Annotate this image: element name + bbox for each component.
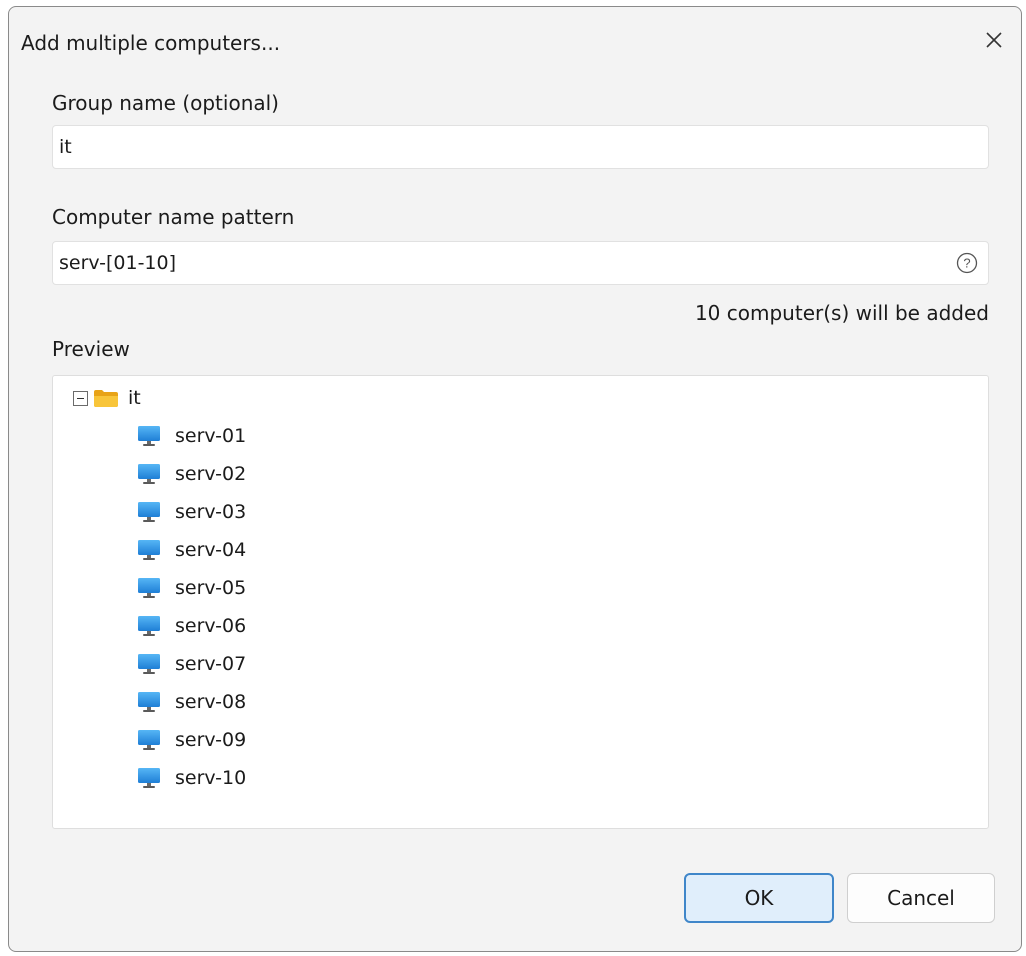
tree-computer-label: serv-07 bbox=[175, 653, 247, 675]
tree-computer-node[interactable]: serv-09 bbox=[137, 724, 246, 756]
close-icon bbox=[986, 32, 1002, 48]
computer-icon bbox=[138, 426, 160, 446]
tree-computer-node[interactable]: serv-04 bbox=[137, 534, 246, 566]
group-name-value: it bbox=[59, 136, 72, 158]
tree-computer-node[interactable]: serv-05 bbox=[137, 572, 246, 604]
tree-computer-label: serv-01 bbox=[175, 425, 247, 447]
computer-icon bbox=[138, 464, 160, 484]
tree-group-label: it bbox=[128, 387, 141, 409]
tree-computer-node[interactable]: serv-01 bbox=[137, 420, 246, 452]
pattern-value: serv-[01-10] bbox=[59, 252, 177, 274]
computer-icon bbox=[138, 768, 160, 788]
close-button[interactable] bbox=[979, 25, 1009, 55]
cancel-button[interactable]: Cancel bbox=[847, 873, 995, 923]
tree-computer-label: serv-05 bbox=[175, 577, 247, 599]
help-icon[interactable]: ? bbox=[956, 252, 978, 274]
add-computers-dialog: Add multiple computers... Group name (op… bbox=[8, 6, 1022, 952]
tree-computer-label: serv-08 bbox=[175, 691, 247, 713]
computer-icon bbox=[138, 730, 160, 750]
computer-icon bbox=[138, 502, 160, 522]
pattern-input[interactable]: serv-[01-10] ? bbox=[52, 241, 989, 285]
group-name-input[interactable]: it bbox=[52, 125, 989, 169]
computer-icon bbox=[138, 692, 160, 712]
dialog-title: Add multiple computers... bbox=[21, 31, 281, 55]
computer-icon bbox=[138, 578, 160, 598]
tree-computer-node[interactable]: serv-07 bbox=[137, 648, 246, 680]
tree-computer-node[interactable]: serv-06 bbox=[137, 610, 246, 642]
folder-icon bbox=[94, 390, 118, 407]
pattern-label: Computer name pattern bbox=[52, 205, 295, 229]
tree-computer-label: serv-03 bbox=[175, 501, 247, 523]
computer-icon bbox=[138, 654, 160, 674]
tree-computer-label: serv-02 bbox=[175, 463, 247, 485]
computer-count-text: 10 computer(s) will be added bbox=[694, 301, 989, 325]
tree-group-node[interactable]: it bbox=[73, 382, 141, 414]
tree-computer-node[interactable]: serv-08 bbox=[137, 686, 246, 718]
tree-computer-label: serv-10 bbox=[175, 767, 247, 789]
group-name-label: Group name (optional) bbox=[52, 91, 279, 115]
tree-computer-node[interactable]: serv-03 bbox=[137, 496, 246, 528]
ok-button[interactable]: OK bbox=[684, 873, 834, 923]
tree-computer-node[interactable]: serv-02 bbox=[137, 458, 246, 490]
svg-text:?: ? bbox=[963, 256, 970, 271]
preview-label: Preview bbox=[52, 337, 130, 361]
tree-computer-node[interactable]: serv-10 bbox=[137, 762, 246, 794]
tree-computer-label: serv-06 bbox=[175, 615, 247, 637]
preview-tree[interactable]: it serv-01 serv-02 serv-03 serv-04 serv-05 se… bbox=[52, 375, 989, 829]
computer-icon bbox=[138, 616, 160, 636]
tree-computer-label: serv-09 bbox=[175, 729, 247, 751]
collapse-icon[interactable] bbox=[73, 390, 88, 406]
tree-computer-label: serv-04 bbox=[175, 539, 247, 561]
computer-icon bbox=[138, 540, 160, 560]
